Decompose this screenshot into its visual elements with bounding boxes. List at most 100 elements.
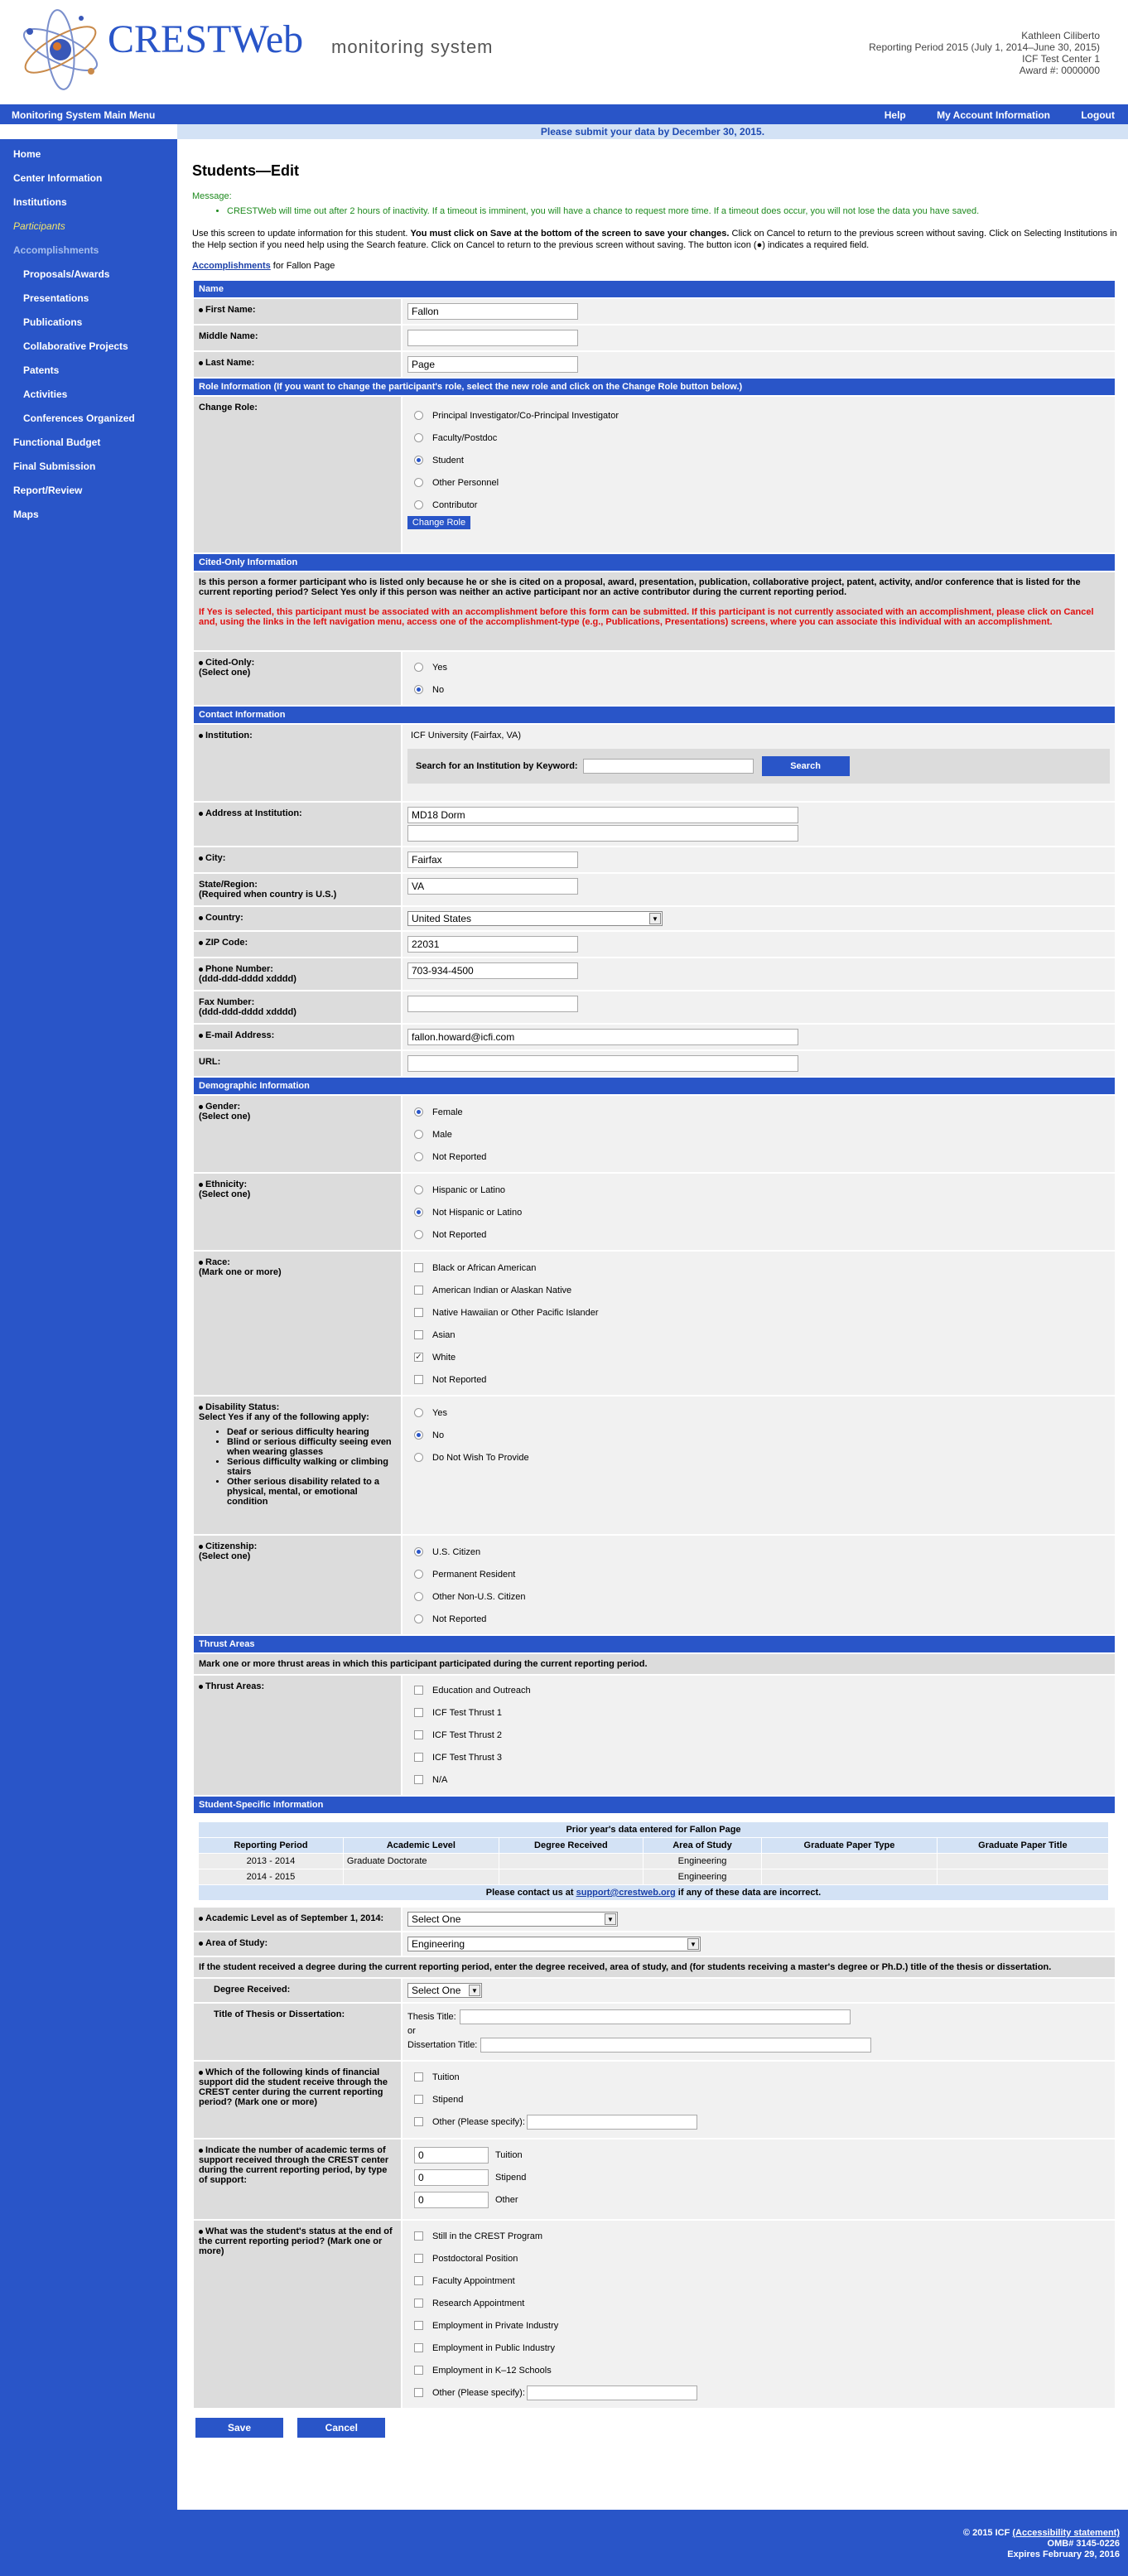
thrust-area-option-icf-test-thrust-1[interactable]: ICF Test Thrust 1: [407, 1701, 1110, 1724]
role-option-contributor[interactable]: Contributor: [407, 494, 1110, 516]
degree-received-select[interactable]: Select One ▼: [407, 1983, 482, 1998]
role-radio[interactable]: [414, 456, 423, 465]
sidebar-item-proposals[interactable]: Proposals/Awards: [0, 266, 177, 290]
dissertation-title-input[interactable]: [480, 2038, 872, 2053]
ethnicity-option-not-hispanic-or-latino[interactable]: Not Hispanic or Latino: [407, 1201, 1110, 1223]
student-status-other-specify-input[interactable]: [526, 2385, 697, 2400]
student-status-checkbox[interactable]: [414, 2276, 423, 2285]
thrust-area-option-education-and-outreach[interactable]: Education and Outreach: [407, 1679, 1110, 1701]
institution-search-input[interactable]: [582, 759, 754, 774]
sidebar-item-presentations[interactable]: Presentations: [0, 290, 177, 314]
gender-option-not-reported[interactable]: Not Reported: [407, 1146, 1110, 1168]
sidebar-item-functional-budget[interactable]: Functional Budget: [0, 434, 177, 458]
role-radio[interactable]: [414, 433, 423, 442]
city-input[interactable]: [407, 851, 578, 868]
save-button[interactable]: Save: [195, 2418, 283, 2438]
student-status-option-research-appointment[interactable]: Research Appointment: [407, 2292, 1110, 2314]
financial-support-checkbox[interactable]: [414, 2072, 423, 2082]
student-status-checkbox[interactable]: [414, 2231, 423, 2241]
email-input[interactable]: [407, 1029, 798, 1045]
race-option-black-or-african-american[interactable]: Black or African American: [407, 1257, 1110, 1279]
financial-support-option-tuition[interactable]: Tuition: [407, 2066, 1110, 2088]
race-option-asian[interactable]: Asian: [407, 1324, 1110, 1346]
race-checkbox[interactable]: ✓: [414, 1353, 423, 1362]
ethnicity-radio[interactable]: [414, 1185, 423, 1194]
role-option-other-personnel[interactable]: Other Personnel: [407, 471, 1110, 494]
race-option-not-reported[interactable]: Not Reported: [407, 1368, 1110, 1391]
citizenship-radio[interactable]: [414, 1592, 423, 1601]
sidebar-item-participants[interactable]: Participants: [0, 218, 177, 242]
logout-link[interactable]: Logout: [1081, 109, 1115, 121]
student-status-checkbox[interactable]: [414, 2388, 423, 2397]
institution-search-button[interactable]: Search: [761, 756, 850, 776]
accessibility-link[interactable]: (Accessibility statement): [1012, 2528, 1120, 2538]
sidebar-item-report-review[interactable]: Report/Review: [0, 482, 177, 506]
support-email-link[interactable]: support@crestweb.org: [576, 1888, 676, 1898]
url-input[interactable]: [407, 1055, 798, 1072]
address-line-1-input[interactable]: [407, 807, 798, 823]
change-role-button[interactable]: Change Role: [407, 516, 470, 529]
gender-radio[interactable]: [414, 1130, 423, 1139]
first-name-input[interactable]: [407, 303, 578, 320]
thrust-area-checkbox[interactable]: [414, 1708, 423, 1717]
citizenship-option-u-s-citizen[interactable]: U.S. Citizen: [407, 1541, 1110, 1563]
race-option-american-indian-or-alaskan-native[interactable]: American Indian or Alaskan Native: [407, 1279, 1110, 1301]
student-status-option-faculty-appointment[interactable]: Faculty Appointment: [407, 2270, 1110, 2292]
country-select[interactable]: United States ▼: [407, 911, 663, 926]
citizenship-option-other-non-u-s-citizen[interactable]: Other Non-U.S. Citizen: [407, 1585, 1110, 1608]
financial-support-checkbox[interactable]: [414, 2095, 423, 2104]
thesis-title-input[interactable]: [459, 2009, 851, 2024]
disability-option-no[interactable]: No: [407, 1424, 1110, 1446]
financial-support-other-specify-input[interactable]: [526, 2114, 697, 2130]
support-terms-stipend-input[interactable]: [414, 2168, 489, 2186]
student-status-checkbox[interactable]: [414, 2343, 423, 2352]
sidebar-item-final-submission[interactable]: Final Submission: [0, 458, 177, 482]
cited-yes-radio[interactable]: [414, 663, 423, 672]
sidebar-item-home[interactable]: Home: [0, 146, 177, 170]
citizenship-option-not-reported[interactable]: Not Reported: [407, 1608, 1110, 1630]
student-status-checkbox[interactable]: [414, 2366, 423, 2375]
ethnicity-radio[interactable]: [414, 1208, 423, 1217]
role-option-student[interactable]: Student: [407, 449, 1110, 471]
sidebar-item-institutions[interactable]: Institutions: [0, 194, 177, 218]
financial-support-option-other-please-specify[interactable]: Other (Please specify):: [407, 2110, 1110, 2133]
student-status-option-employment-in-private-industry[interactable]: Employment in Private Industry: [407, 2314, 1110, 2337]
thrust-area-checkbox[interactable]: [414, 1730, 423, 1739]
disability-radio[interactable]: [414, 1430, 423, 1440]
role-option-faculty-postdoc[interactable]: Faculty/Postdoc: [407, 427, 1110, 449]
race-checkbox[interactable]: [414, 1263, 423, 1272]
thrust-area-option-n-a[interactable]: N/A: [407, 1768, 1110, 1791]
thrust-area-checkbox[interactable]: [414, 1775, 423, 1784]
middle-name-input[interactable]: [407, 330, 578, 346]
sidebar-item-center-information[interactable]: Center Information: [0, 170, 177, 194]
area-of-study-select[interactable]: Engineering ▼: [407, 1937, 701, 1951]
sidebar-item-patents[interactable]: Patents: [0, 362, 177, 386]
my-account-link[interactable]: My Account Information: [937, 109, 1050, 121]
gender-radio[interactable]: [414, 1107, 423, 1117]
citizenship-radio[interactable]: [414, 1614, 423, 1623]
thrust-area-option-icf-test-thrust-3[interactable]: ICF Test Thrust 3: [407, 1746, 1110, 1768]
academic-level-select[interactable]: Select One ▼: [407, 1912, 618, 1927]
race-option-native-hawaiian-or-other-pacific-islander[interactable]: Native Hawaiian or Other Pacific Islande…: [407, 1301, 1110, 1324]
accomplishments-link[interactable]: Accomplishments: [192, 261, 271, 271]
student-status-option-employment-in-public-industry[interactable]: Employment in Public Industry: [407, 2337, 1110, 2359]
fax-input[interactable]: [407, 996, 578, 1012]
student-status-option-other-please-specify[interactable]: Other (Please specify):: [407, 2381, 1110, 2404]
disability-radio[interactable]: [414, 1453, 423, 1462]
financial-support-checkbox[interactable]: [414, 2117, 423, 2126]
gender-option-female[interactable]: Female: [407, 1101, 1110, 1123]
thrust-area-checkbox[interactable]: [414, 1753, 423, 1762]
student-status-checkbox[interactable]: [414, 2299, 423, 2308]
cited-yes-option[interactable]: Yes: [407, 656, 1110, 678]
sidebar-item-activities[interactable]: Activities: [0, 386, 177, 410]
citizenship-radio[interactable]: [414, 1570, 423, 1579]
last-name-input[interactable]: [407, 356, 578, 373]
student-status-checkbox[interactable]: [414, 2254, 423, 2263]
gender-option-male[interactable]: Male: [407, 1123, 1110, 1146]
disability-option-yes[interactable]: Yes: [407, 1401, 1110, 1424]
main-menu-link[interactable]: Monitoring System Main Menu: [12, 109, 155, 121]
sidebar-item-collaborative-projects[interactable]: Collaborative Projects: [0, 338, 177, 362]
cancel-button[interactable]: Cancel: [297, 2418, 386, 2438]
race-checkbox[interactable]: [414, 1375, 423, 1384]
sidebar-item-conferences[interactable]: Conferences Organized: [0, 410, 177, 434]
